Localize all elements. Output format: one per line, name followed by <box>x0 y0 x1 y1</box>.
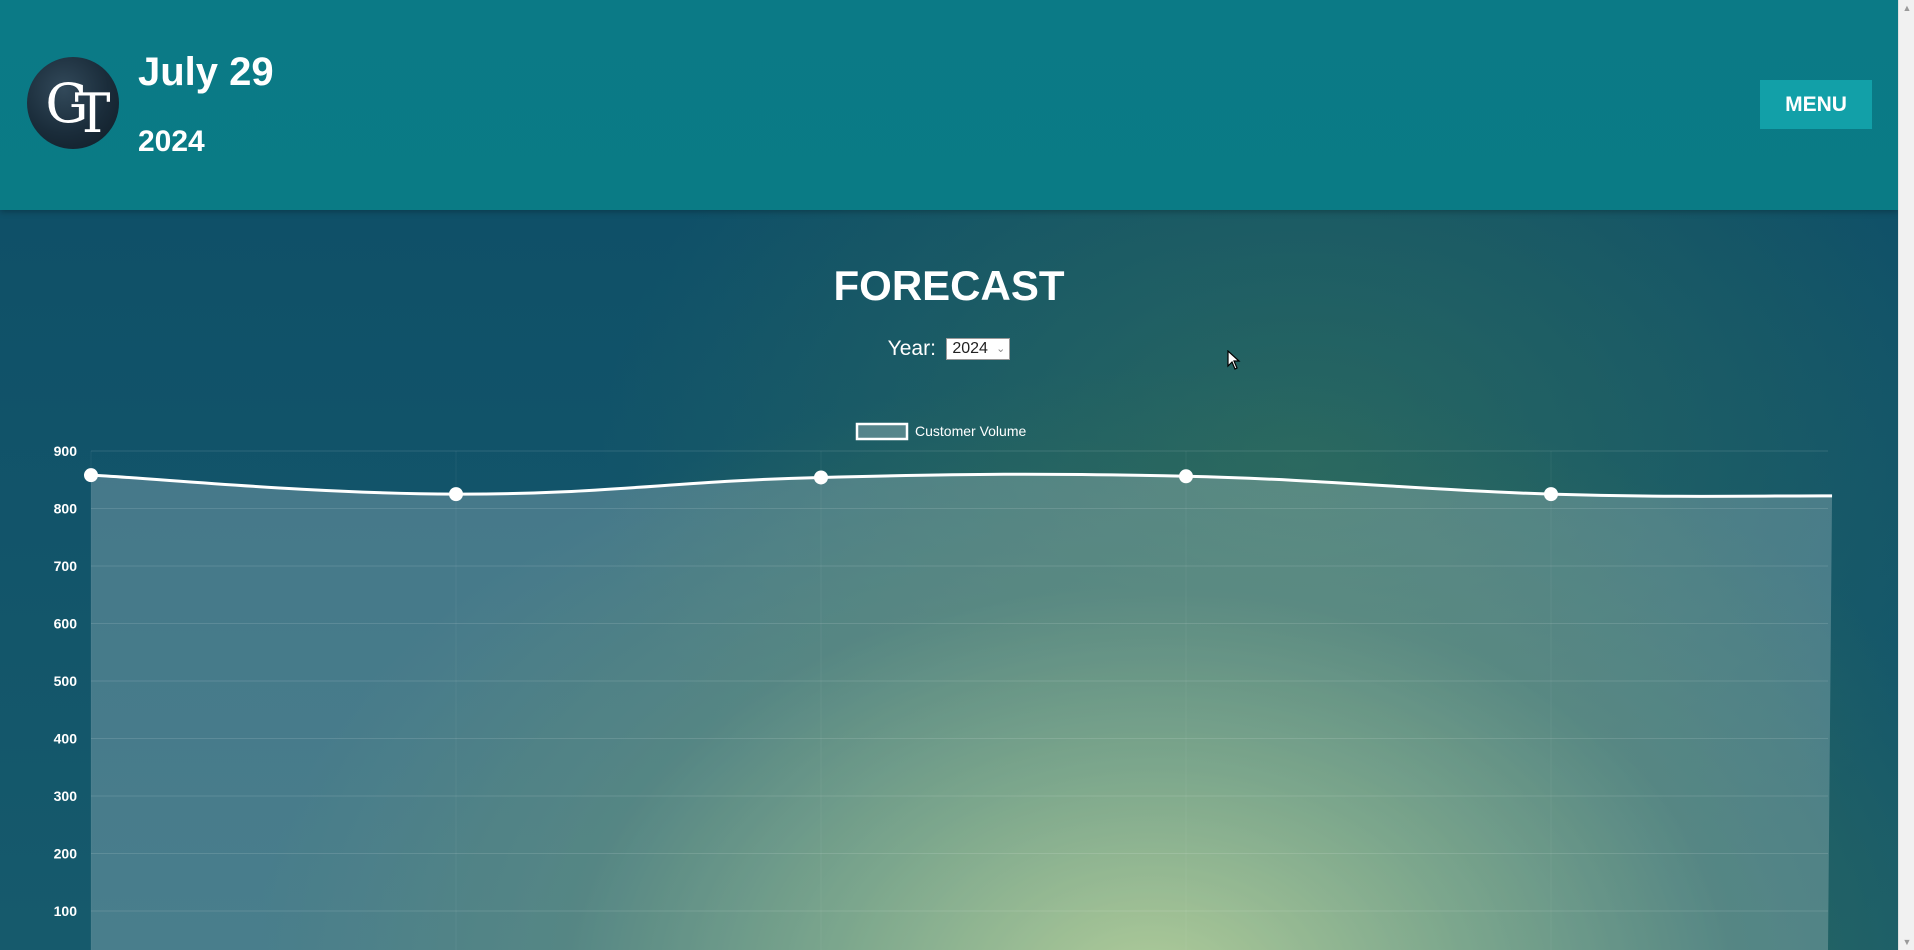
y-tick-label: 700 <box>54 558 78 574</box>
scroll-up-arrow-icon[interactable]: ▲ <box>1899 0 1914 16</box>
data-point <box>84 468 98 483</box>
menu-button[interactable]: MENU <box>1760 80 1872 129</box>
data-point <box>1179 469 1193 484</box>
year-filter: Year: 2024 ⌄ <box>0 337 1898 361</box>
customer-volume-chart: 100 200 300 400 500 600 700 800 900 Customer Volu… <box>54 422 1833 950</box>
y-tick-label: 200 <box>54 846 78 862</box>
legend-label: Customer Volume <box>915 423 1026 439</box>
data-point <box>449 487 463 502</box>
scroll-down-arrow-icon[interactable]: ▼ <box>1899 934 1914 950</box>
chevron-down-icon: ⌄ <box>996 343 1006 355</box>
y-tick-label: 300 <box>54 788 78 804</box>
cursor-arrow-icon <box>1227 350 1241 370</box>
date-year: 2024 <box>138 125 205 158</box>
data-point <box>814 470 828 485</box>
gt-logo[interactable]: GT <box>27 57 119 149</box>
legend-swatch <box>855 422 909 441</box>
y-tick-label: 100 <box>54 903 78 919</box>
year-select[interactable]: 2024 ⌄ <box>946 338 1011 360</box>
series-area-fill <box>91 474 1833 950</box>
data-point <box>1544 487 1558 502</box>
page: GT July 29 2024 MENU FORECAST Year: 2024… <box>0 0 1898 950</box>
year-select-value: 2024 <box>952 340 988 357</box>
vertical-scrollbar[interactable]: ▲ ▼ <box>1898 0 1914 950</box>
y-tick-label: 900 <box>54 443 78 459</box>
year-label: Year: <box>887 337 936 360</box>
y-tick-label: 400 <box>54 731 78 747</box>
page-title: FORECAST <box>833 262 1065 309</box>
y-tick-label: 800 <box>54 501 78 517</box>
y-tick-label: 500 <box>54 673 78 689</box>
top-header: GT July 29 2024 MENU <box>0 0 1898 210</box>
date-month-day: July 29 <box>138 50 274 94</box>
y-tick-label: 600 <box>54 616 78 632</box>
